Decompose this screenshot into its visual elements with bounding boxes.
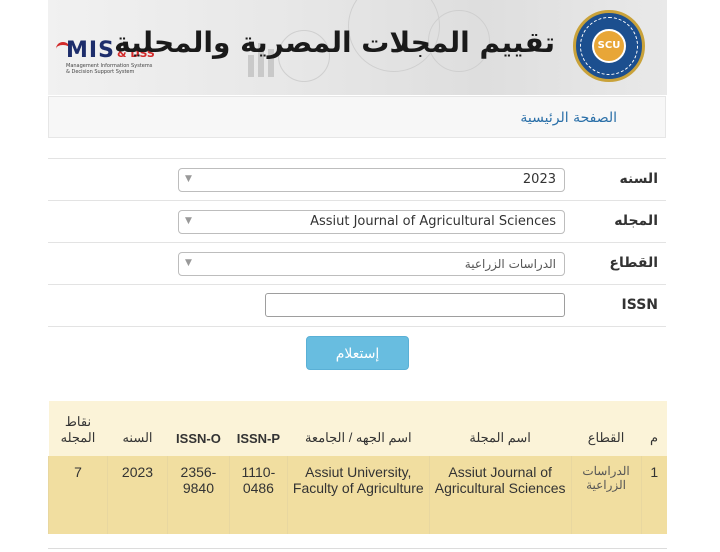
form-row-year: السنه 2023 ▼ <box>48 158 666 201</box>
col-header-year: السنه <box>107 401 168 456</box>
issn-label: ISSN <box>621 297 658 313</box>
cell-institution: Assiut University, Faculty of Agricultur… <box>286 456 430 534</box>
form-row-journal: المجله Assiut Journal of Agricultural Sc… <box>48 200 666 243</box>
year-select-value: 2023 <box>522 172 556 187</box>
year-label: السنه <box>619 171 658 187</box>
journal-select[interactable]: Assiut Journal of Agricultural Sciences … <box>178 210 565 234</box>
year-select[interactable]: 2023 ▼ <box>178 168 565 192</box>
chevron-down-icon: ▼ <box>185 258 192 268</box>
chevron-down-icon: ▼ <box>185 174 192 184</box>
mis-logo-subtitle-2: & Decision Support System <box>66 69 135 75</box>
cell-points: 7 <box>47 456 108 534</box>
cell-issn-p: 1110-0486 <box>228 456 288 534</box>
results-table: م القطاع اسم المجلة اسم الجهه / الجامعة … <box>47 401 667 534</box>
cell-journal: Assiut Journal of Agricultural Sciences <box>428 456 572 534</box>
cell-issn-o: 2356-9840 <box>166 456 230 534</box>
page-bottom-divider <box>48 548 667 549</box>
sector-label: القطاع <box>609 255 658 271</box>
col-header-num: م <box>641 401 667 456</box>
form-row-sector: القطاع الدراسات الزراعية ▼ <box>48 242 666 285</box>
col-header-issn-p: ISSN-P <box>229 401 288 456</box>
header-banner: MIS & DSS Management Information Systems … <box>48 0 667 95</box>
col-header-issn-o: ISSN-O <box>167 401 230 456</box>
chevron-down-icon: ▼ <box>185 216 192 226</box>
seal-center: SCU <box>592 29 626 63</box>
mis-logo-text: MIS <box>66 38 115 63</box>
table-row: 1 الدراسات الزراعية Assiut Journal of Ag… <box>47 456 667 534</box>
journal-label: المجله <box>614 213 658 229</box>
sector-select[interactable]: الدراسات الزراعية ▼ <box>178 252 565 276</box>
journal-select-value: Assiut Journal of Agricultural Sciences <box>310 214 556 229</box>
banner-title: تقييم المجلات المصرية والمحلية <box>114 26 555 59</box>
query-button[interactable]: إستعلام <box>306 336 409 370</box>
col-header-journal: اسم المجلة <box>429 401 572 456</box>
col-header-sector: القطاع <box>571 401 642 456</box>
form-row-issn: ISSN <box>48 284 666 327</box>
cell-num: 1 <box>640 456 667 534</box>
form-divider <box>48 326 666 327</box>
scu-seal-logo: SCU <box>573 10 645 82</box>
issn-input[interactable] <box>265 293 565 317</box>
cell-year: 2023 <box>107 456 168 534</box>
breadcrumb-home-link[interactable]: الصفحة الرئيسية <box>520 110 617 126</box>
col-header-points: نقاط المجله <box>48 401 108 456</box>
cell-sector: الدراسات الزراعية <box>570 456 642 534</box>
table-header-row: م القطاع اسم المجلة اسم الجهه / الجامعة … <box>48 401 667 456</box>
sector-select-value: الدراسات الزراعية <box>464 257 556 271</box>
col-header-institution: اسم الجهه / الجامعة <box>287 401 430 456</box>
breadcrumb: الصفحة الرئيسية <box>48 96 666 138</box>
